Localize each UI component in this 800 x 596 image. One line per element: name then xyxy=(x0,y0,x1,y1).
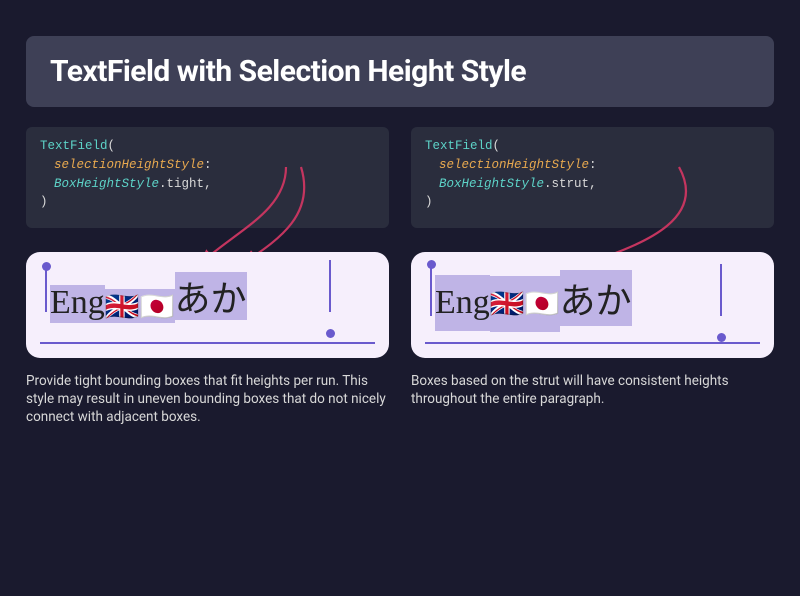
columns: TextField( selectionHeightStyle: BoxHeig… xyxy=(0,127,800,427)
page-title: TextField with Selection Height Style xyxy=(50,54,750,89)
baseline-rule xyxy=(425,342,760,344)
selection-handle-icon xyxy=(326,329,335,338)
selection-handle-icon xyxy=(717,333,726,342)
code-class: TextField xyxy=(40,139,108,153)
code-type: BoxHeightStyle xyxy=(439,177,544,191)
code-value: strut xyxy=(552,177,590,191)
code-param: selectionHeightStyle xyxy=(54,158,204,172)
cursor-icon xyxy=(329,260,331,312)
segment-jp: あか xyxy=(175,270,247,322)
segment-flags: 🇬🇧🇯🇵 xyxy=(105,289,175,323)
text-run: Eng 🇬🇧🇯🇵 あか xyxy=(431,270,754,336)
preview-strut: Eng 🇬🇧🇯🇵 あか xyxy=(411,252,774,358)
cursor-icon xyxy=(720,264,722,316)
preview-tight: Eng 🇬🇧🇯🇵 あか xyxy=(26,252,389,358)
code-block-strut: TextField( selectionHeightStyle: BoxHeig… xyxy=(411,127,774,228)
code-class: TextField xyxy=(425,139,493,153)
column-strut: TextField( selectionHeightStyle: BoxHeig… xyxy=(411,127,774,427)
segment-jp: あか xyxy=(560,270,632,326)
column-tight: TextField( selectionHeightStyle: BoxHeig… xyxy=(26,127,389,427)
code-type: BoxHeightStyle xyxy=(54,177,159,191)
caption-strut: Boxes based on the strut will have consi… xyxy=(411,372,774,408)
title-bar: TextField with Selection Height Style xyxy=(26,36,774,107)
segment-flags: 🇬🇧🇯🇵 xyxy=(490,276,560,332)
text-run: Eng 🇬🇧🇯🇵 あか xyxy=(46,270,369,336)
code-block-tight: TextField( selectionHeightStyle: BoxHeig… xyxy=(26,127,389,228)
baseline-rule xyxy=(40,342,375,344)
segment-latin: Eng xyxy=(435,275,490,331)
code-param: selectionHeightStyle xyxy=(439,158,589,172)
caption-tight: Provide tight bounding boxes that fit he… xyxy=(26,372,389,427)
code-value: tight xyxy=(167,177,205,191)
segment-latin: Eng xyxy=(50,281,105,325)
